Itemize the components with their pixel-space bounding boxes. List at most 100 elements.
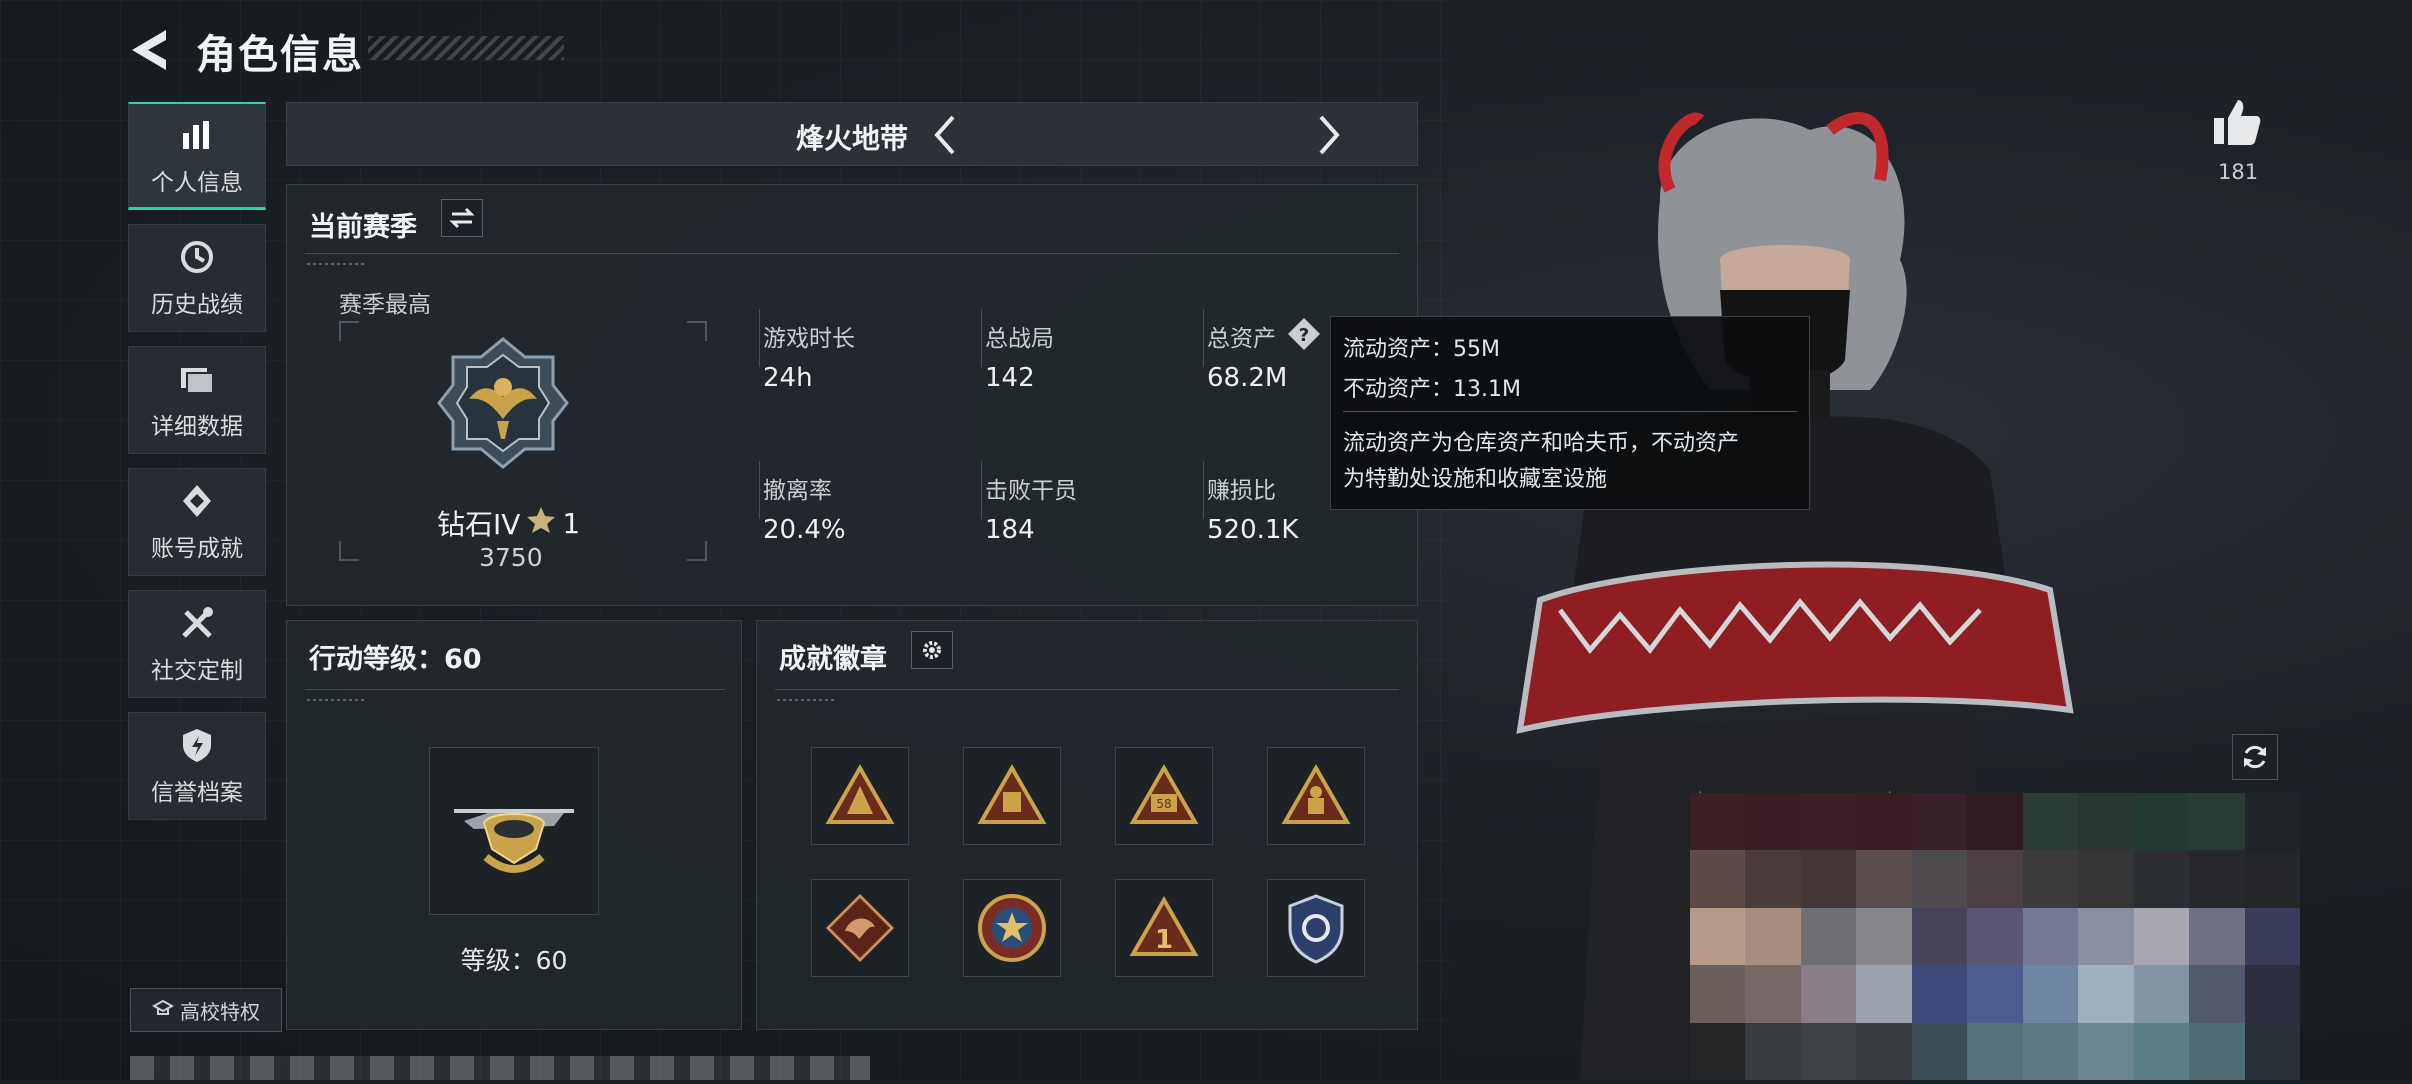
bar-chart-icon [177, 115, 217, 155]
question-icon: ? [1288, 318, 1320, 350]
season-panel: 当前赛季 赛季最高 钻石IV 1 3750 游戏时长 24h 总战局 142 总… [286, 184, 1418, 606]
sidebar-item-social[interactable]: 社交定制 [128, 590, 266, 698]
badge-slot-7[interactable]: 1 [1115, 879, 1213, 977]
divider [305, 689, 725, 690]
badge-slot-5[interactable] [811, 879, 909, 977]
rotate-character-button[interactable] [2232, 734, 2278, 780]
sidebar-item-label: 账号成就 [151, 536, 243, 562]
sidebar-item-detail-data[interactable]: 详细数据 [128, 346, 266, 454]
history-icon [177, 237, 217, 277]
sidebar-item-label: 信誉档案 [151, 780, 243, 806]
like-button[interactable] [2210, 96, 2264, 150]
triangle-58-badge-icon: 58 [1129, 764, 1199, 824]
triangle-soldier-badge-icon [1281, 764, 1351, 824]
pixelated-block [1690, 793, 2300, 1080]
triangle-crate-badge-icon [977, 764, 1047, 824]
mode-label: 烽火地带 [795, 122, 908, 155]
stat-label-kills: 击败干员 [985, 478, 1077, 504]
star-medal-badge-icon [978, 894, 1046, 962]
badge-slot-6[interactable] [963, 879, 1061, 977]
mode-selector: 烽火地带 [286, 102, 1418, 166]
frame-corner [687, 321, 707, 341]
blurred-info-strip [130, 1056, 870, 1080]
rank-emblem [435, 335, 571, 471]
badges-panel: 成就徽章 58 1 [756, 620, 1418, 1030]
season-title: 当前赛季 [309, 212, 417, 243]
tooltip-divider [1343, 411, 1797, 412]
sidebar-item-label: 详细数据 [151, 414, 243, 440]
decoration-dash [307, 263, 367, 265]
badge-slot-8[interactable] [1267, 879, 1365, 977]
badge-slot-3[interactable]: 58 [1115, 747, 1213, 845]
badge-slot-2[interactable] [963, 747, 1061, 845]
assets-help-button[interactable]: ? [1287, 317, 1321, 351]
stat-label-profit-ratio: 赚损比 [1207, 478, 1276, 504]
school-privilege-label: 高校特权 [180, 999, 260, 1024]
stat-separator [1203, 461, 1204, 519]
stat-separator [759, 309, 760, 367]
helicopter-emblem-icon [454, 809, 574, 873]
stat-label-total-assets: 总资产 [1207, 326, 1276, 352]
action-level-title: 行动等级：60 [309, 644, 482, 675]
chevron-right-icon [1319, 115, 1340, 155]
stat-separator [1203, 309, 1204, 367]
tooltip-fixed-assets: 不动资产：13.1M [1343, 377, 1521, 402]
triangle-badge-icon [825, 764, 895, 824]
svg-text:1: 1 [1155, 925, 1173, 955]
shield-badge-icon [1288, 894, 1344, 964]
rank-name: 钻石IV [437, 508, 521, 541]
rank-score: 3750 [479, 543, 543, 572]
star-icon [526, 505, 556, 542]
back-button[interactable] [126, 24, 178, 76]
sidebar-item-history[interactable]: 历史战绩 [128, 224, 266, 332]
school-icon [151, 998, 175, 1023]
achievement-icon [177, 481, 217, 521]
badge-slot-1[interactable] [811, 747, 909, 845]
stat-separator [981, 309, 982, 367]
school-privilege-button[interactable]: 高校特权 [130, 988, 282, 1032]
title-decoration [368, 36, 564, 60]
stat-value-matches: 142 [985, 363, 1035, 393]
stat-separator [759, 461, 760, 519]
frame-corner [339, 541, 359, 561]
badges-title: 成就徽章 [779, 644, 887, 675]
gear-icon [923, 641, 941, 659]
sidebar-item-personal-info[interactable]: 个人信息 [128, 102, 266, 210]
stat-value-extract-rate: 20.4% [763, 515, 846, 545]
sidebar-item-reputation[interactable]: 信誉档案 [128, 712, 266, 820]
stat-separator [981, 461, 982, 519]
decoration-dash [777, 699, 837, 701]
badge-slot-4[interactable] [1267, 747, 1365, 845]
decoration-dash [307, 699, 367, 701]
triangle-1-badge-icon: 1 [1129, 896, 1199, 956]
badges-settings-button[interactable] [911, 631, 953, 669]
tools-icon [177, 603, 217, 643]
frame-corner [687, 541, 707, 561]
frame-corner [339, 321, 359, 341]
season-best-label: 赛季最高 [339, 292, 431, 318]
season-switch-button[interactable] [441, 199, 483, 237]
stat-value-profit-ratio: 520.1K [1207, 515, 1299, 545]
stat-value-playtime: 24h [763, 363, 813, 393]
like-count: 181 [2218, 160, 2259, 184]
svg-text:?: ? [1299, 325, 1309, 346]
sidebar-item-label: 社交定制 [151, 658, 243, 684]
tooltip-liquid-assets: 流动资产：55M [1343, 337, 1500, 362]
page-title: 角色信息 [196, 32, 364, 78]
back-arrow-icon [132, 30, 166, 70]
thumbs-up-icon [2214, 100, 2261, 145]
stat-label-playtime: 游戏时长 [763, 326, 855, 352]
sidebar-item-achievements[interactable]: 账号成就 [128, 468, 266, 576]
stat-value-kills: 184 [985, 515, 1035, 545]
divider [305, 253, 1399, 254]
sidebar-item-label: 个人信息 [151, 169, 243, 196]
rank-name-row: 钻石IV 1 [437, 503, 580, 543]
swap-icon [449, 207, 475, 229]
assets-tooltip: 流动资产：55M 不动资产：13.1M 流动资产为仓库资产和哈夫币，不动资产 为… [1330, 316, 1810, 510]
dragon-diamond-badge-icon [825, 893, 895, 963]
tooltip-description-line1: 流动资产为仓库资产和哈夫币，不动资产 [1343, 431, 1740, 456]
divider [775, 689, 1399, 690]
mode-next-button[interactable] [1303, 111, 1351, 159]
stat-label-matches: 总战局 [985, 326, 1054, 352]
action-level-panel: 行动等级：60 等级：60 [286, 620, 742, 1030]
